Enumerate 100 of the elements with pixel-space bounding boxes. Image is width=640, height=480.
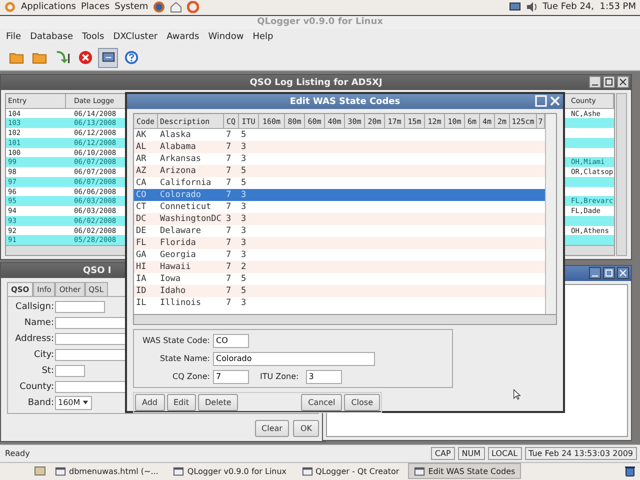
- scrollbar[interactable]: [545, 114, 556, 314]
- maximize-button[interactable]: [603, 76, 615, 88]
- table-cell-text: DC: [135, 214, 148, 224]
- status-indicator: CAP: [430, 446, 455, 460]
- table-cell-text: AR: [135, 154, 148, 164]
- table-cell-text: Hawaii: [159, 262, 192, 272]
- input-field[interactable]: [55, 300, 105, 312]
- status-message: Ready: [4, 448, 30, 458]
- screen-button[interactable]: [98, 48, 118, 68]
- dialog-button[interactable]: Cancel: [301, 394, 342, 411]
- taskbar-item[interactable]: dbmenuwas.html (~...: [49, 463, 164, 480]
- scrollbar[interactable]: [616, 93, 627, 256]
- table-cell-text: 3: [240, 154, 248, 164]
- field-label: Name:: [23, 318, 54, 328]
- input-field[interactable]: 3: [306, 370, 342, 384]
- table-cell-text: FL: [135, 238, 148, 248]
- table-cell-text: 5: [240, 286, 248, 296]
- stop-icon: [78, 50, 92, 66]
- table-cell-text: Illinois: [159, 298, 202, 308]
- window-icon: [414, 466, 426, 477]
- lifebuoy-icon[interactable]: [187, 1, 200, 14]
- dialog-button[interactable]: OK: [293, 420, 319, 437]
- table-cell-text: 7: [225, 142, 232, 152]
- window-title: QSO I: [83, 266, 112, 276]
- table-cell-text: 7: [225, 154, 232, 164]
- table-cell-text: IA: [135, 274, 148, 284]
- input-field[interactable]: CO: [213, 334, 249, 348]
- clock[interactable]: Tue Feb 24, 1:53 PM: [542, 2, 636, 12]
- table-cell-text: Idaho: [159, 286, 187, 296]
- band-dropdown[interactable]: 160M: [55, 396, 92, 410]
- close-button[interactable]: [617, 76, 629, 88]
- table-cell-text: 7: [225, 238, 232, 248]
- table-cell-text: 5: [240, 166, 248, 176]
- panel-menu[interactable]: Places: [80, 2, 110, 12]
- dialog-button[interactable]: Edit: [166, 394, 196, 411]
- input-field[interactable]: 7: [213, 370, 249, 384]
- table-cell-text: AZ: [135, 166, 148, 176]
- mouse-pointer-icon: [513, 389, 521, 400]
- window-title: QLogger v0.9.0 for Linux: [257, 17, 383, 28]
- table-cell-text: IL: [135, 298, 148, 308]
- menu-item[interactable]: Window: [208, 32, 244, 42]
- table-cell-text: 3: [225, 214, 232, 224]
- table-cell-text: Conneticut: [159, 202, 212, 212]
- window-title: QSO Log Listing for AD5XJ: [250, 78, 382, 88]
- desktop-icon[interactable]: [34, 465, 46, 478]
- table-cell-text: 5: [240, 178, 248, 188]
- window-icon: [173, 466, 184, 477]
- window-icon: [302, 466, 313, 477]
- table-cell-text: AK: [135, 130, 148, 140]
- table-cell-text: 7: [225, 286, 232, 296]
- trash-icon[interactable]: [624, 465, 636, 478]
- table-cell-text: 7: [225, 262, 232, 272]
- table-cell-text: Georgia: [159, 250, 197, 260]
- table-cell-text: 7: [225, 166, 232, 176]
- close-button[interactable]: [617, 267, 629, 279]
- dialog-button[interactable]: Delete: [198, 394, 238, 411]
- field-label: City:: [32, 350, 54, 360]
- menu-item[interactable]: Help: [252, 32, 274, 42]
- menu-item[interactable]: File: [6, 32, 22, 42]
- dialog-button[interactable]: Close: [344, 394, 380, 411]
- table-cell-text: AL: [135, 142, 148, 152]
- globe-icon[interactable]: [153, 1, 166, 14]
- panel-menu[interactable]: System: [114, 2, 148, 12]
- menu-item[interactable]: Database: [30, 32, 74, 42]
- dialog-button[interactable]: Add: [135, 394, 164, 411]
- table-cell-text: ID: [135, 286, 148, 296]
- speaker-icon[interactable]: [526, 1, 538, 14]
- menu-item[interactable]: DXCluster: [113, 32, 158, 42]
- table-cell-text: 3: [240, 142, 248, 152]
- taskbar-item[interactable]: QLogger v0.9.0 for Linux: [167, 463, 293, 480]
- minimize-button[interactable]: [589, 267, 601, 279]
- taskbar-item[interactable]: QLogger - Qt Creator: [296, 463, 406, 480]
- field-label: State Name:: [158, 354, 210, 363]
- dialog-button[interactable]: Clear: [254, 420, 290, 437]
- table-cell-text: Iowa: [159, 274, 182, 284]
- panel-menu[interactable]: Applications: [21, 2, 76, 12]
- maximize-button[interactable]: [603, 267, 615, 279]
- menu-item[interactable]: Tools: [82, 32, 104, 42]
- home-icon[interactable]: [170, 1, 182, 14]
- table-cell-text: 3: [240, 226, 248, 236]
- status-indicator: NUM: [458, 446, 485, 460]
- table-cell-text: 5: [240, 130, 248, 140]
- table-cell-text: 7: [225, 226, 232, 236]
- scrollbar[interactable]: [133, 314, 557, 325]
- table-cell-text: 3: [240, 238, 248, 248]
- table-cell-text: Alabama: [159, 142, 197, 152]
- table-cell-text: 7: [225, 190, 232, 200]
- field-label: Band:: [26, 398, 54, 408]
- minimize-button[interactable]: [589, 76, 601, 88]
- taskbar-item[interactable]: Edit WAS State Codes: [408, 463, 522, 480]
- table-cell-text: CT: [135, 202, 148, 212]
- table-cell-text: 3: [240, 190, 248, 200]
- input-field[interactable]: [55, 364, 85, 376]
- status-indicator: LOCAL: [488, 446, 522, 460]
- network-icon[interactable]: [508, 1, 521, 14]
- input-field[interactable]: Colorado: [213, 352, 375, 366]
- table-cell-text: CO: [135, 190, 148, 200]
- table-cell-text: Colorado: [159, 190, 202, 200]
- table-cell-text: Arkansas: [159, 154, 202, 164]
- menu-item[interactable]: Awards: [166, 32, 200, 42]
